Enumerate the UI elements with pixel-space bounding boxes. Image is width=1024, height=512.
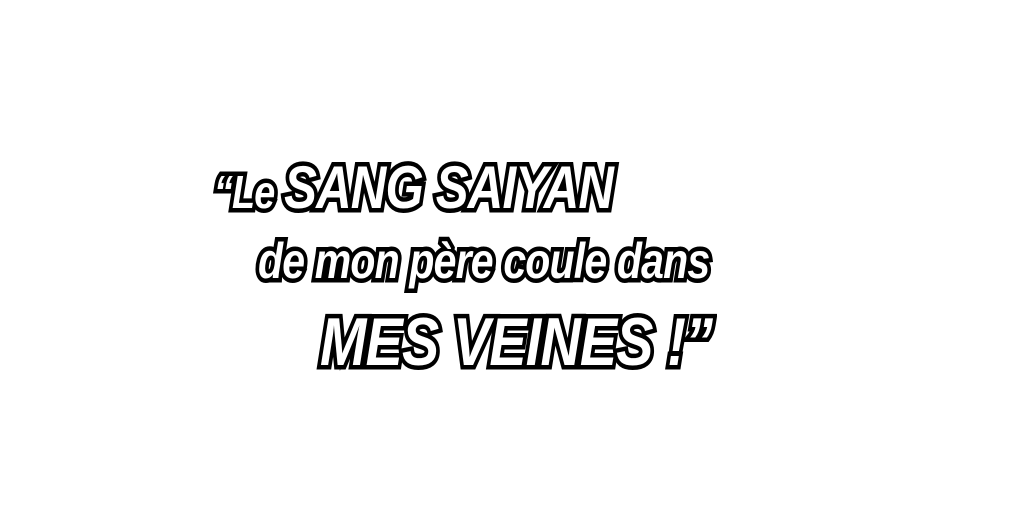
quote-canvas: “Le SANG SAIYAN de mon père coule dans M…	[0, 0, 1024, 512]
quote-line-3: MES VEINES !”	[316, 304, 716, 381]
quote-line-1-emphasis: SANG SAIYAN	[280, 153, 617, 222]
quote-line-2: de mon père coule dans	[254, 232, 714, 291]
quote-line-1: “Le SANG SAIYAN	[210, 153, 617, 222]
quote-line-1-prefix: “Le	[210, 165, 285, 220]
